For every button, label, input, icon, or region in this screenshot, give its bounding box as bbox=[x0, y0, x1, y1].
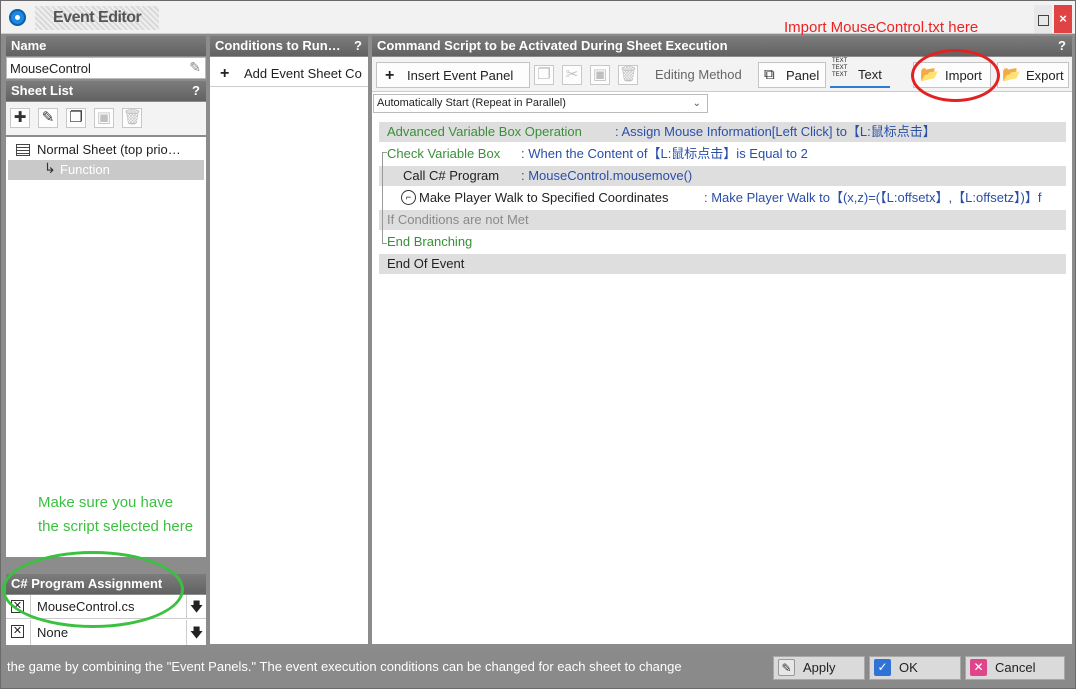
text-icon: TEXT TEXT TEXT bbox=[832, 58, 848, 78]
add-icon[interactable]: ✚ bbox=[10, 108, 30, 128]
command-line[interactable]: End Of Event bbox=[379, 254, 1066, 274]
clock-icon: ⌐ bbox=[401, 190, 416, 205]
folder-export-icon: 📂 bbox=[1002, 66, 1021, 83]
sheet-list-toolbar: ✚ ✎ ❐ ▣ 🗑 bbox=[6, 102, 206, 135]
export-label: Export bbox=[1026, 68, 1064, 83]
branch-arrow-icon: ↳ bbox=[44, 160, 56, 176]
command-detail: : MouseControl.mousemove() bbox=[521, 168, 693, 183]
plus-icon: + bbox=[220, 65, 230, 82]
command-line[interactable]: Call C# Program : MouseControl.mousemove… bbox=[379, 166, 1066, 186]
delete-icon[interactable]: 🗑 bbox=[618, 65, 638, 85]
csharp-highlight-ellipse bbox=[2, 551, 184, 628]
panel-icon: ⧉ bbox=[764, 66, 775, 83]
command-label: Make Player Walk to Specified Coordinate… bbox=[419, 190, 669, 205]
copy-icon[interactable]: ❐ bbox=[66, 108, 86, 128]
help-icon[interactable]: ? bbox=[192, 81, 200, 101]
insert-event-panel-button[interactable]: + Insert Event Panel bbox=[376, 62, 530, 88]
command-detail: : Make Player Walk to【(x,z)=(【L:offsetx】… bbox=[704, 190, 1042, 205]
cancel-label: Cancel bbox=[995, 660, 1036, 675]
name-header: Name bbox=[6, 36, 206, 56]
maximize-button[interactable] bbox=[1034, 5, 1052, 33]
status-text: the game by combining the "Event Panels.… bbox=[7, 659, 682, 674]
sheet-list-header: Sheet List? bbox=[6, 81, 206, 101]
help-icon[interactable]: ? bbox=[354, 36, 362, 56]
sheet-tree-child-label: Function bbox=[60, 162, 110, 177]
command-detail: : When the Content of【L:鼠标点击】is Equal to… bbox=[521, 146, 808, 161]
sheet-tree-item-function[interactable]: ↳ Function bbox=[8, 160, 204, 180]
edit-pencil-icon[interactable]: ✎ bbox=[189, 59, 201, 76]
csharp-row-value: None bbox=[37, 625, 69, 640]
edit-icon[interactable]: ✎ bbox=[38, 108, 58, 128]
sheet-icon bbox=[16, 144, 30, 156]
command-line[interactable]: Advanced Variable Box Operation : Assign… bbox=[379, 122, 1066, 142]
import-highlight-ellipse bbox=[911, 49, 1000, 102]
command-label: Check Variable Box bbox=[387, 146, 501, 161]
paste-icon[interactable]: ▣ bbox=[590, 65, 610, 85]
command-label: End Branching bbox=[387, 234, 473, 249]
conditions-header: Conditions to Run…? bbox=[210, 36, 368, 56]
command-label: Advanced Variable Box Operation bbox=[387, 124, 582, 139]
select-annotation-line2: the script selected here bbox=[38, 518, 194, 535]
panel-mode-label: Panel bbox=[786, 68, 820, 83]
command-script-header-label: Command Script to be Activated During Sh… bbox=[377, 38, 728, 53]
trigger-select-value: Automatically Start (Repeat in Parallel) bbox=[377, 97, 566, 109]
dropdown-arrow-icon[interactable]: 🡇 bbox=[186, 595, 206, 619]
command-line[interactable]: Check Variable Box : When the Content of… bbox=[379, 144, 1066, 164]
apply-label: Apply bbox=[803, 660, 836, 675]
text-mode-button[interactable]: TEXT TEXT TEXT Text bbox=[830, 58, 890, 88]
command-label: Call C# Program bbox=[403, 168, 500, 183]
conditions-header-label: Conditions to Run… bbox=[215, 38, 341, 53]
name-field[interactable]: MouseControl ✎ bbox=[6, 57, 206, 79]
trigger-select[interactable]: Automatically Start (Repeat in Parallel)… bbox=[373, 94, 708, 113]
check-icon: ✓ bbox=[874, 659, 891, 676]
dropdown-arrow-icon[interactable]: 🡇 bbox=[186, 620, 206, 645]
app-icon bbox=[9, 9, 26, 26]
insert-event-panel-label: Insert Event Panel bbox=[407, 68, 514, 83]
cancel-button[interactable]: ✕ Cancel bbox=[965, 656, 1065, 680]
export-button[interactable]: 📂 Export bbox=[997, 62, 1069, 88]
panel-mode-button[interactable]: ⧉ Panel bbox=[758, 62, 826, 88]
remove-x-icon[interactable]: ✕ bbox=[11, 625, 24, 638]
paste-icon[interactable]: ▣ bbox=[94, 108, 114, 128]
apply-button[interactable]: ✎ Apply bbox=[773, 656, 865, 680]
command-detail: : Assign Mouse Information[Left Click] t… bbox=[615, 124, 936, 139]
window-title: Event Editor bbox=[35, 6, 160, 30]
cut-icon[interactable]: ✂ bbox=[562, 65, 582, 85]
add-condition-label: Add Event Sheet Co bbox=[244, 66, 362, 81]
name-header-label: Name bbox=[11, 38, 47, 53]
add-event-sheet-condition-button[interactable]: + Add Event Sheet Co bbox=[210, 61, 368, 87]
command-label: If Conditions are not Met bbox=[387, 212, 529, 227]
conditions-panel: + Add Event Sheet Co bbox=[210, 57, 368, 644]
apply-icon: ✎ bbox=[778, 659, 795, 676]
command-line[interactable]: ⌐ Make Player Walk to Specified Coordina… bbox=[379, 188, 1066, 208]
event-editor-window: Event Editor × Name MouseControl ✎ Sheet… bbox=[0, 0, 1076, 689]
close-button[interactable]: × bbox=[1054, 5, 1072, 33]
close-icon: ✕ bbox=[970, 659, 987, 676]
name-value: MouseControl bbox=[10, 61, 91, 76]
command-line[interactable]: If Conditions are not Met bbox=[379, 210, 1066, 230]
editing-method-label: Editing Method bbox=[655, 67, 742, 82]
command-line[interactable]: End Branching bbox=[379, 232, 1066, 252]
chevron-down-icon: ⌄ bbox=[692, 98, 701, 109]
copy-icon[interactable]: ❐ bbox=[534, 65, 554, 85]
command-label: End Of Event bbox=[387, 256, 465, 271]
ok-button[interactable]: ✓ OK bbox=[869, 656, 961, 680]
sheet-tree-root-label: Normal Sheet (top prio… bbox=[37, 142, 181, 157]
branch-bracket bbox=[382, 152, 387, 244]
sheet-list-label: Sheet List bbox=[11, 83, 74, 98]
help-icon[interactable]: ? bbox=[1058, 36, 1066, 56]
delete-icon[interactable]: 🗑 bbox=[122, 108, 142, 128]
text-mode-label: Text bbox=[858, 67, 882, 82]
plus-icon: + bbox=[385, 67, 395, 84]
ok-label: OK bbox=[899, 660, 918, 675]
import-annotation: Import MouseControl.txt here bbox=[784, 19, 979, 36]
select-annotation-line1: Make sure you have bbox=[38, 494, 174, 511]
sheet-tree-root[interactable]: Normal Sheet (top prio… bbox=[6, 140, 204, 160]
